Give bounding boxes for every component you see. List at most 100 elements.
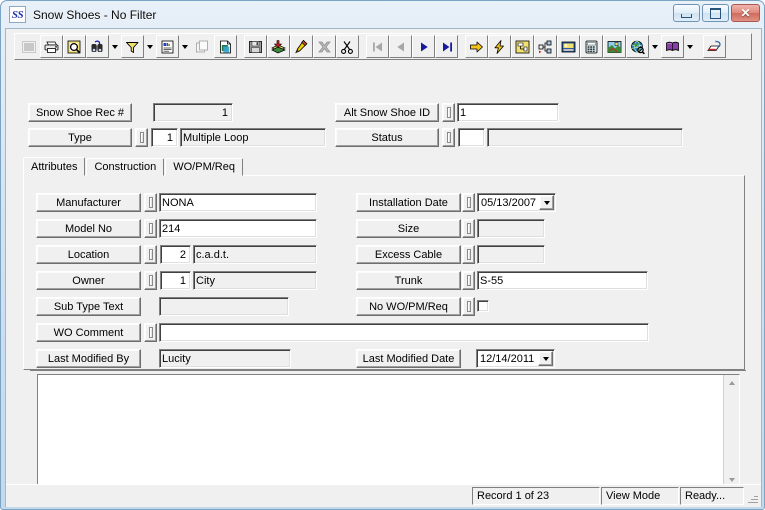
filter-dropdown-arrow[interactable] xyxy=(144,35,156,58)
excess-cable-input[interactable] xyxy=(477,245,545,264)
delete-icon[interactable] xyxy=(313,35,336,58)
owner-pin[interactable] xyxy=(144,271,157,290)
new-record-icon[interactable] xyxy=(214,35,237,58)
size-pin[interactable] xyxy=(462,219,475,238)
edit-icon[interactable] xyxy=(290,35,313,58)
installation-date-combo[interactable]: 05/13/2007 xyxy=(477,193,556,212)
no-wo-pm-req-pin[interactable] xyxy=(462,297,475,316)
find-icon[interactable] xyxy=(86,35,109,58)
type-label[interactable]: Type xyxy=(28,128,132,147)
cut-icon[interactable] xyxy=(336,35,359,58)
trunk-label[interactable]: Trunk xyxy=(356,271,461,290)
work-order-icon[interactable] xyxy=(511,35,534,58)
snow-shoe-rec-label[interactable]: Snow Shoe Rec # xyxy=(28,103,132,122)
last-modified-date-value: 12/14/2011 xyxy=(480,352,535,365)
wo-comment-pin[interactable] xyxy=(144,323,157,342)
next-record-icon[interactable] xyxy=(412,35,435,58)
location-pin[interactable] xyxy=(144,245,157,264)
no-wo-pm-req-label[interactable]: No WO/PM/Req xyxy=(356,297,461,316)
owner-label[interactable]: Owner xyxy=(36,271,141,290)
wo-comment-input[interactable] xyxy=(159,323,649,342)
report-icon[interactable] xyxy=(156,35,179,58)
state-indicator: Ready... xyxy=(680,487,744,505)
first-record-icon[interactable] xyxy=(366,35,389,58)
tab-construction[interactable]: Construction xyxy=(86,158,165,176)
model-no-input[interactable]: 214 xyxy=(159,219,317,238)
model-no-pin[interactable] xyxy=(144,219,157,238)
owner-code-input[interactable]: 1 xyxy=(160,271,191,290)
no-wo-pm-req-checkbox[interactable] xyxy=(477,300,489,312)
last-record-icon[interactable] xyxy=(435,35,458,58)
tree-view-icon[interactable] xyxy=(534,35,557,58)
alt-snow-shoe-id-label[interactable]: Alt Snow Shoe ID xyxy=(335,103,439,122)
manufacturer-input[interactable]: NONA xyxy=(159,193,317,212)
excess-cable-pin[interactable] xyxy=(462,245,475,264)
add-icon[interactable] xyxy=(267,35,290,58)
client-area: Snow Shoe Rec # 1 Alt Snow Shoe ID 1 Typ… xyxy=(5,28,762,507)
memo-field[interactable] xyxy=(37,374,740,488)
documents-icon[interactable] xyxy=(661,35,684,58)
maximize-button[interactable] xyxy=(702,4,729,22)
owner-description: City xyxy=(193,271,317,290)
manufacturer-label[interactable]: Manufacturer xyxy=(36,193,141,212)
find-dropdown-arrow[interactable] xyxy=(109,35,121,58)
inventory-icon[interactable] xyxy=(557,35,580,58)
minimize-button[interactable] xyxy=(673,4,700,22)
goto-icon[interactable] xyxy=(465,35,488,58)
location-code-input[interactable]: 2 xyxy=(160,245,191,264)
close-button[interactable]: ✕ xyxy=(731,4,760,22)
toolbar-separator xyxy=(237,35,244,58)
report-dropdown-arrow[interactable] xyxy=(179,35,191,58)
save-icon[interactable] xyxy=(244,35,267,58)
type-pin[interactable] xyxy=(135,128,148,147)
resize-grip-icon[interactable] xyxy=(745,487,759,505)
filter-icon[interactable] xyxy=(121,35,144,58)
scroll-up-icon[interactable] xyxy=(724,375,739,390)
map-icon[interactable] xyxy=(603,35,626,58)
tab-attributes[interactable]: Attributes xyxy=(23,157,86,176)
chevron-down-icon[interactable] xyxy=(539,195,554,210)
print-preview-icon[interactable] xyxy=(63,35,86,58)
trunk-pin[interactable] xyxy=(462,271,475,290)
memo-divider xyxy=(30,370,746,371)
status-code-input[interactable] xyxy=(458,128,485,147)
size-label[interactable]: Size xyxy=(356,219,461,238)
alt-snow-shoe-id-input[interactable]: 1 xyxy=(457,103,559,122)
grid-view-icon[interactable] xyxy=(17,35,40,58)
previous-record-icon[interactable] xyxy=(389,35,412,58)
manufacturer-pin[interactable] xyxy=(144,193,157,212)
status-label[interactable]: Status xyxy=(335,128,439,147)
location-label[interactable]: Location xyxy=(36,245,141,264)
memo-text[interactable] xyxy=(38,375,723,487)
installation-date-pin[interactable] xyxy=(462,193,475,212)
gis-icon[interactable] xyxy=(626,35,649,58)
model-no-label[interactable]: Model No xyxy=(36,219,141,238)
window-controls: ✕ xyxy=(673,4,760,22)
record-counter: Record 1 of 23 xyxy=(472,487,600,505)
toolbar-separator xyxy=(696,35,703,58)
installation-date-label[interactable]: Installation Date xyxy=(356,193,461,212)
copy-record-icon[interactable] xyxy=(191,35,214,58)
last-modified-by-label[interactable]: Last Modified By xyxy=(36,349,141,368)
status-pin[interactable] xyxy=(442,128,455,147)
sub-type-text-label[interactable]: Sub Type Text xyxy=(36,297,141,316)
tab-wo-pm-req[interactable]: WO/PM/Req xyxy=(165,158,243,176)
alt-snow-shoe-id-pin[interactable] xyxy=(442,103,455,122)
wo-comment-label[interactable]: WO Comment xyxy=(36,323,141,342)
quick-action-icon[interactable] xyxy=(488,35,511,58)
last-modified-date-combo[interactable]: 12/14/2011 xyxy=(476,349,555,368)
print-icon[interactable] xyxy=(40,35,63,58)
trunk-input[interactable]: S-55 xyxy=(477,271,648,290)
excess-cable-label[interactable]: Excess Cable xyxy=(356,245,461,264)
last-modified-date-label[interactable]: Last Modified Date xyxy=(356,349,461,368)
app-icon: SS xyxy=(9,6,26,23)
tools-icon[interactable] xyxy=(703,35,726,58)
status-bar: Record 1 of 23 View Mode Ready... xyxy=(6,484,761,507)
size-input[interactable] xyxy=(477,219,545,238)
type-code-input[interactable]: 1 xyxy=(151,128,178,147)
calculator-icon[interactable] xyxy=(580,35,603,58)
chevron-down-icon[interactable] xyxy=(538,351,553,366)
documents-dropdown-arrow[interactable] xyxy=(684,35,696,58)
memo-scrollbar[interactable] xyxy=(723,375,739,487)
gis-dropdown-arrow[interactable] xyxy=(649,35,661,58)
